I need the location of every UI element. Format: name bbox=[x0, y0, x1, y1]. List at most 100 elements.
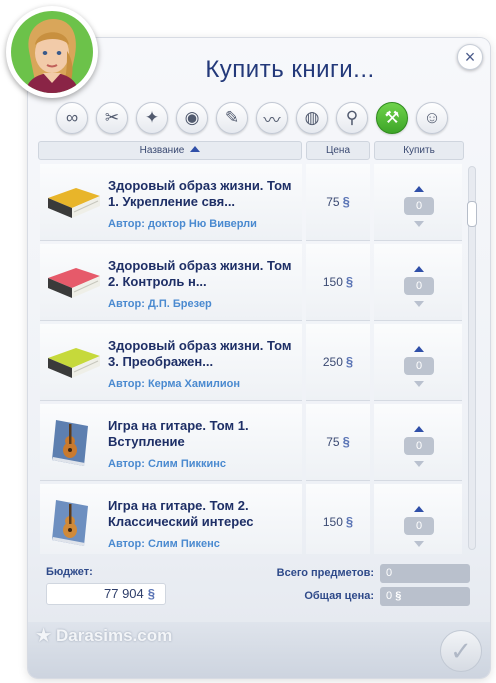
price-value: 250 bbox=[322, 355, 343, 369]
watermark: ★ Darasims.com bbox=[36, 626, 172, 646]
price: 75 § bbox=[306, 434, 370, 449]
total-items-box: 0 bbox=[380, 564, 470, 583]
category-infinity[interactable]: ∞ bbox=[56, 102, 88, 134]
magnifier-icon: ⚲ bbox=[345, 108, 359, 127]
price-cell: 150 § bbox=[306, 244, 370, 321]
book-title: Здоровый образ жизни. Том 3. Преображен.… bbox=[108, 338, 292, 369]
decrease-arrow-icon[interactable] bbox=[414, 541, 424, 547]
total-items-value: 0 bbox=[386, 567, 393, 579]
total-items-label: Всего предметов: bbox=[276, 567, 374, 579]
category-toys[interactable]: ✂ bbox=[96, 102, 128, 134]
feather-icon: ✎ bbox=[224, 108, 240, 127]
quantity-stepper: 0 bbox=[374, 404, 462, 481]
book-title: Здоровый образ жизни. Том 2. Контроль н.… bbox=[108, 258, 292, 289]
column-buy-header[interactable]: Купить bbox=[374, 141, 464, 160]
quantity-field[interactable]: 0 bbox=[404, 437, 434, 455]
category-tabs: ∞ ✂ ✦ ◉ ✎ 〰 ◍ ⚲ ⚒ ☺ bbox=[56, 102, 456, 136]
star-icon: ★ bbox=[36, 626, 52, 645]
book-author: Автор: доктор Ню Виверли bbox=[108, 218, 257, 230]
book-name-cell: Игра на гитаре. Том 1. Вступление Автор:… bbox=[40, 404, 302, 481]
quantity-field[interactable]: 0 bbox=[404, 357, 434, 375]
category-mustache[interactable]: 〰 bbox=[256, 102, 288, 134]
category-smiley[interactable]: ☺ bbox=[416, 102, 448, 134]
price-value: 75 bbox=[326, 195, 340, 209]
price-cell: 150 § bbox=[306, 484, 370, 554]
confirm-button[interactable]: ✓ bbox=[440, 630, 482, 672]
table-row[interactable]: Здоровый образ жизни. Том 1. Укрепление … bbox=[40, 164, 464, 241]
book-author: Автор: Д.П. Брезер bbox=[108, 298, 212, 310]
book-name-cell: Здоровый образ жизни. Том 2. Контроль н.… bbox=[40, 244, 302, 321]
price: 250 § bbox=[306, 354, 370, 369]
close-button[interactable]: × bbox=[457, 44, 483, 70]
price-value: 75 bbox=[326, 435, 340, 449]
magic-wand-icon: ✦ bbox=[144, 108, 160, 127]
planet-icon: ◍ bbox=[304, 108, 320, 127]
quantity-field[interactable]: 0 bbox=[404, 517, 434, 535]
book-title: Игра на гитаре. Том 2. Классический инте… bbox=[108, 498, 254, 529]
toys-icon: ✂ bbox=[104, 108, 120, 127]
category-magic[interactable]: ✦ bbox=[136, 102, 168, 134]
quantity-stepper: 0 bbox=[374, 244, 462, 321]
column-price-header[interactable]: Цена bbox=[306, 141, 370, 160]
category-feather[interactable]: ✎ bbox=[216, 102, 248, 134]
simoleon-icon: § bbox=[147, 586, 155, 601]
increase-arrow-icon[interactable] bbox=[414, 506, 424, 512]
book-name-cell: Здоровый образ жизни. Том 1. Укрепление … bbox=[40, 164, 302, 241]
total-price-value: 0 bbox=[386, 590, 393, 602]
category-glasses[interactable]: ◉ bbox=[176, 102, 208, 134]
price-cell: 75 § bbox=[306, 164, 370, 241]
glasses-icon: ◉ bbox=[184, 108, 200, 127]
table-row[interactable]: Игра на гитаре. Том 2. Классический инте… bbox=[40, 484, 464, 554]
price-cell: 75 § bbox=[306, 404, 370, 481]
increase-arrow-icon[interactable] bbox=[414, 426, 424, 432]
book-list: Здоровый образ жизни. Том 1. Укрепление … bbox=[40, 164, 464, 554]
quantity-field[interactable]: 0 bbox=[404, 197, 434, 215]
column-price-label: Цена bbox=[325, 145, 351, 156]
infinity-icon: ∞ bbox=[65, 108, 79, 127]
quantity-field[interactable]: 0 bbox=[404, 277, 434, 295]
close-icon: × bbox=[464, 47, 476, 67]
book-author: Автор: Слим Пикенс bbox=[108, 538, 220, 550]
decrease-arrow-icon[interactable] bbox=[414, 381, 424, 387]
scrollbar-thumb[interactable] bbox=[467, 201, 477, 227]
book-icon bbox=[48, 348, 100, 378]
category-planet[interactable]: ◍ bbox=[296, 102, 328, 134]
increase-arrow-icon[interactable] bbox=[414, 186, 424, 192]
price: 150 § bbox=[306, 274, 370, 289]
list-scrollbar[interactable] bbox=[467, 166, 477, 550]
simoleon-icon: § bbox=[395, 590, 402, 602]
table-row[interactable]: Здоровый образ жизни. Том 3. Преображен.… bbox=[40, 324, 464, 401]
table-row[interactable]: Здоровый образ жизни. Том 2. Контроль н.… bbox=[40, 244, 464, 321]
simoleon-icon: § bbox=[342, 194, 350, 209]
column-name-header[interactable]: Название bbox=[38, 141, 302, 160]
category-hammer[interactable]: ⚒ bbox=[376, 102, 408, 134]
simoleon-icon: § bbox=[342, 434, 350, 449]
table-header: Название Цена Купить bbox=[38, 141, 464, 161]
checkmark-icon: ✓ bbox=[450, 636, 472, 666]
avatar bbox=[11, 11, 93, 93]
book-icon bbox=[48, 268, 100, 298]
table-row[interactable]: Игра на гитаре. Том 1. Вступление Автор:… bbox=[40, 404, 464, 481]
quantity-stepper: 0 bbox=[374, 484, 462, 554]
simoleon-icon: § bbox=[345, 274, 354, 289]
budget-value: 77 904 bbox=[104, 586, 144, 601]
decrease-arrow-icon[interactable] bbox=[414, 301, 424, 307]
sim-portrait bbox=[6, 6, 98, 98]
column-name-label: Название bbox=[139, 145, 185, 156]
budget-value-box: 77 904 § bbox=[46, 583, 166, 605]
quantity-stepper: 0 bbox=[374, 324, 462, 401]
price: 150 § bbox=[306, 514, 370, 529]
book-name-cell: Здоровый образ жизни. Том 3. Преображен.… bbox=[40, 324, 302, 401]
book-title: Игра на гитаре. Том 1. Вступление bbox=[108, 418, 249, 449]
book-title: Здоровый образ жизни. Том 1. Укрепление … bbox=[108, 178, 292, 209]
price-value: 150 bbox=[322, 275, 343, 289]
simoleon-icon: § bbox=[345, 354, 354, 369]
decrease-arrow-icon[interactable] bbox=[414, 461, 424, 467]
decrease-arrow-icon[interactable] bbox=[414, 221, 424, 227]
book-icon bbox=[52, 500, 88, 546]
category-magnifier[interactable]: ⚲ bbox=[336, 102, 368, 134]
hammer-icon: ⚒ bbox=[384, 108, 400, 127]
increase-arrow-icon[interactable] bbox=[414, 346, 424, 352]
price: 75 § bbox=[306, 194, 370, 209]
increase-arrow-icon[interactable] bbox=[414, 266, 424, 272]
